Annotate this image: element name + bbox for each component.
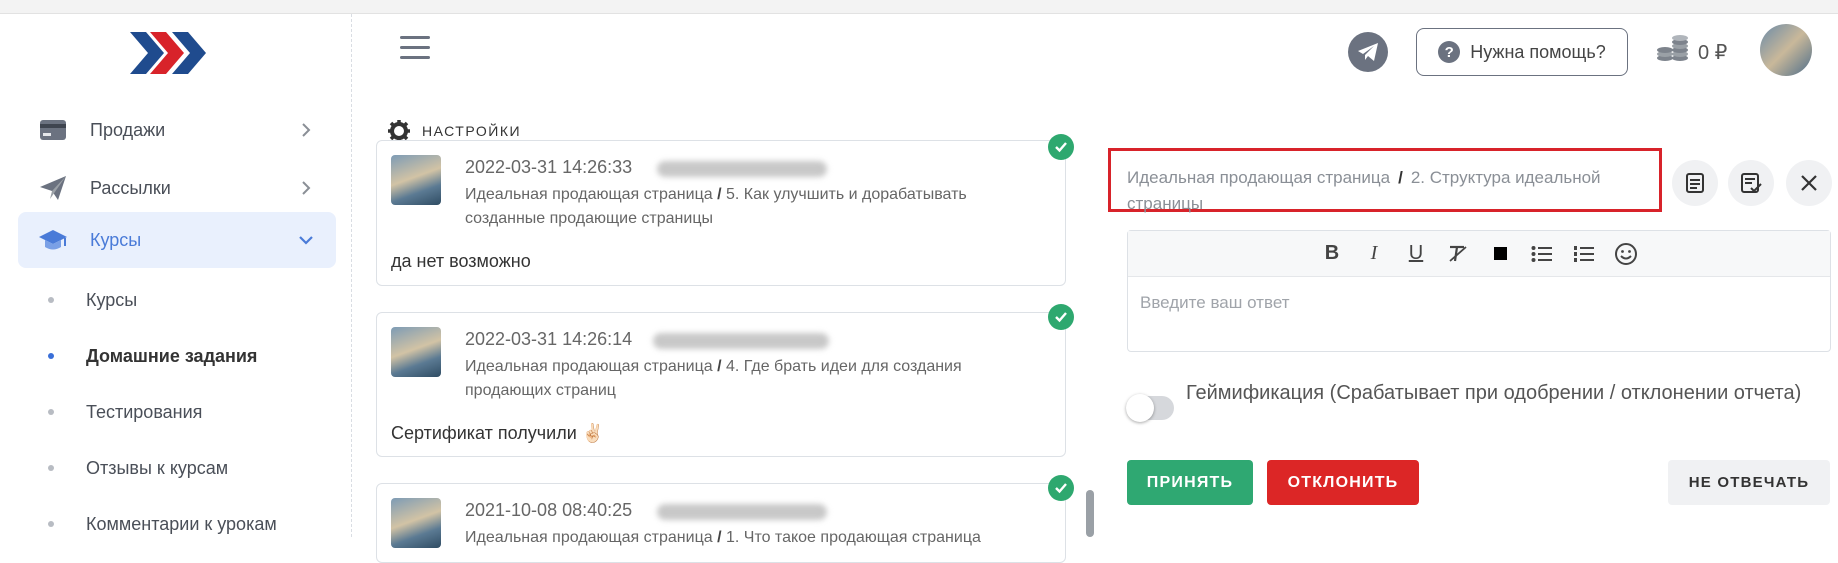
report-date: 2022-03-31 14:26:33 [465,157,633,177]
sidebar-subitem-courses[interactable]: Курсы [48,285,137,315]
report-card[interactable]: 2021-10-08 08:40:25 Идеальная продающая … [376,483,1066,563]
close-icon[interactable] [1786,160,1832,206]
sidebar-item-label: Курсы [90,229,142,250]
answer-editor: B I U [1127,230,1831,352]
report-date: 2021-10-08 08:40:25 [465,500,633,520]
approved-check-icon [1048,304,1074,330]
underline-icon[interactable]: U [1404,242,1428,266]
clear-format-icon[interactable] [1446,242,1470,266]
sidebar-subitem-label: Комментарии к урокам [86,513,277,534]
sidebar-item-label: Продажи [90,119,166,140]
bullet-dot [48,297,54,303]
text-color-icon[interactable] [1488,242,1512,266]
sidebar-subitem-tests[interactable]: Тестирования [48,397,202,427]
student-name-blurred [657,161,827,177]
telegram-icon[interactable] [1348,32,1388,72]
help-button[interactable]: ? Нужна помощь? [1416,28,1628,76]
course-name: Идеальная продающая страница [465,529,713,546]
student-name-blurred [657,504,827,520]
document-icon[interactable] [1672,160,1718,206]
bullet-list-icon[interactable] [1530,242,1554,266]
sidebar-item-courses[interactable]: Курсы [18,212,336,268]
numbered-list-icon[interactable] [1572,242,1596,266]
no-reply-button[interactable]: НЕ ОТВЕЧАТЬ [1668,460,1830,505]
sidebar-item-mailings[interactable]: Рассылки [18,160,336,216]
approved-check-icon [1048,134,1074,160]
gamification-toggle[interactable] [1126,394,1174,422]
student-avatar [391,498,441,548]
graduation-cap-icon [38,225,68,255]
course-name: Идеальная продающая страница [465,186,713,203]
gear-icon [388,120,410,142]
sidebar: Продажи Рассылки Курсы Курсы Домашние за… [0,14,352,537]
chevron-right-icon [296,120,316,140]
sidebar-item-label: Рассылки [90,177,171,198]
credit-card-icon [38,115,68,145]
sidebar-subitem-label: Курсы [86,289,138,310]
browser-top-strip [0,0,1838,14]
paper-plane-icon [38,173,68,203]
chevron-right-icon [296,178,316,198]
scrollbar-thumb[interactable] [1086,490,1094,537]
coins-icon [1656,34,1690,70]
sidebar-subitem-label: Домашние задания [86,345,258,366]
chevron-down-icon [296,230,316,250]
settings-label: НАСТРОЙКИ [422,123,522,139]
help-label: Нужна помощь? [1470,41,1606,62]
document-check-icon[interactable] [1728,160,1774,206]
gamification-label: Геймификация (Срабатывает при одобрении … [1186,382,1802,404]
report-path: Идеальная продающая страница / 5. Как ул… [465,186,967,227]
sidebar-item-sales[interactable]: Продажи [18,102,336,158]
sidebar-subitem-reviews[interactable]: Отзывы к курсам [48,453,228,483]
hamburger-menu-icon[interactable] [400,36,430,62]
settings-link[interactable]: НАСТРОЙКИ [388,120,521,142]
reject-button[interactable]: ОТКЛОНИТЬ [1267,460,1419,505]
sidebar-subitem-comments[interactable]: Комментарии к урокам [48,509,277,539]
bullet-dot [48,521,54,527]
sidebar-subitem-label: Тестирования [86,401,203,422]
breadcrumb-separator: / [1398,168,1403,187]
bullet-dot [48,353,54,359]
italic-icon[interactable]: I [1362,242,1386,266]
accept-button[interactable]: ПРИНЯТЬ [1127,460,1253,505]
breadcrumb: Идеальная продающая страница/2. Структур… [1108,148,1662,213]
brand-logo[interactable] [130,28,214,78]
report-card[interactable]: 2022-03-31 14:26:14 Идеальная продающая … [376,312,1066,457]
sidebar-subitem-label: Отзывы к курсам [86,457,229,478]
balance[interactable]: 0 ₽ [1656,32,1727,72]
toggle-knob [1126,394,1154,422]
student-avatar [391,327,441,377]
editor-toolbar: B I U [1128,231,1830,277]
report-path: Идеальная продающая страница / 4. Где бр… [465,358,962,399]
bullet-dot [48,465,54,471]
lesson-name: 1. Что такое продающая страница [725,529,981,546]
report-date: 2022-03-31 14:26:14 [465,329,633,349]
report-path: Идеальная продающая страница / 1. Что та… [465,529,981,546]
balance-value: 0 ₽ [1698,41,1728,64]
student-name-blurred [653,333,829,349]
bold-icon[interactable]: B [1320,242,1344,266]
report-card[interactable]: 2022-03-31 14:26:33 Идеальная продающая … [376,140,1066,286]
approved-check-icon [1048,475,1074,501]
course-name: Идеальная продающая страница [465,358,713,375]
emoji-icon[interactable] [1614,242,1638,266]
student-avatar [391,155,441,205]
breadcrumb-course[interactable]: Идеальная продающая страница [1127,168,1390,187]
bullet-dot [48,409,54,415]
user-avatar[interactable] [1760,24,1812,76]
report-message: Сертификат получили ✌🏻 [391,423,605,443]
answer-input[interactable] [1128,277,1830,351]
report-message: да нет возможно [391,251,531,271]
sidebar-subitem-homework[interactable]: Домашние задания [48,341,257,371]
question-icon: ? [1438,41,1461,63]
